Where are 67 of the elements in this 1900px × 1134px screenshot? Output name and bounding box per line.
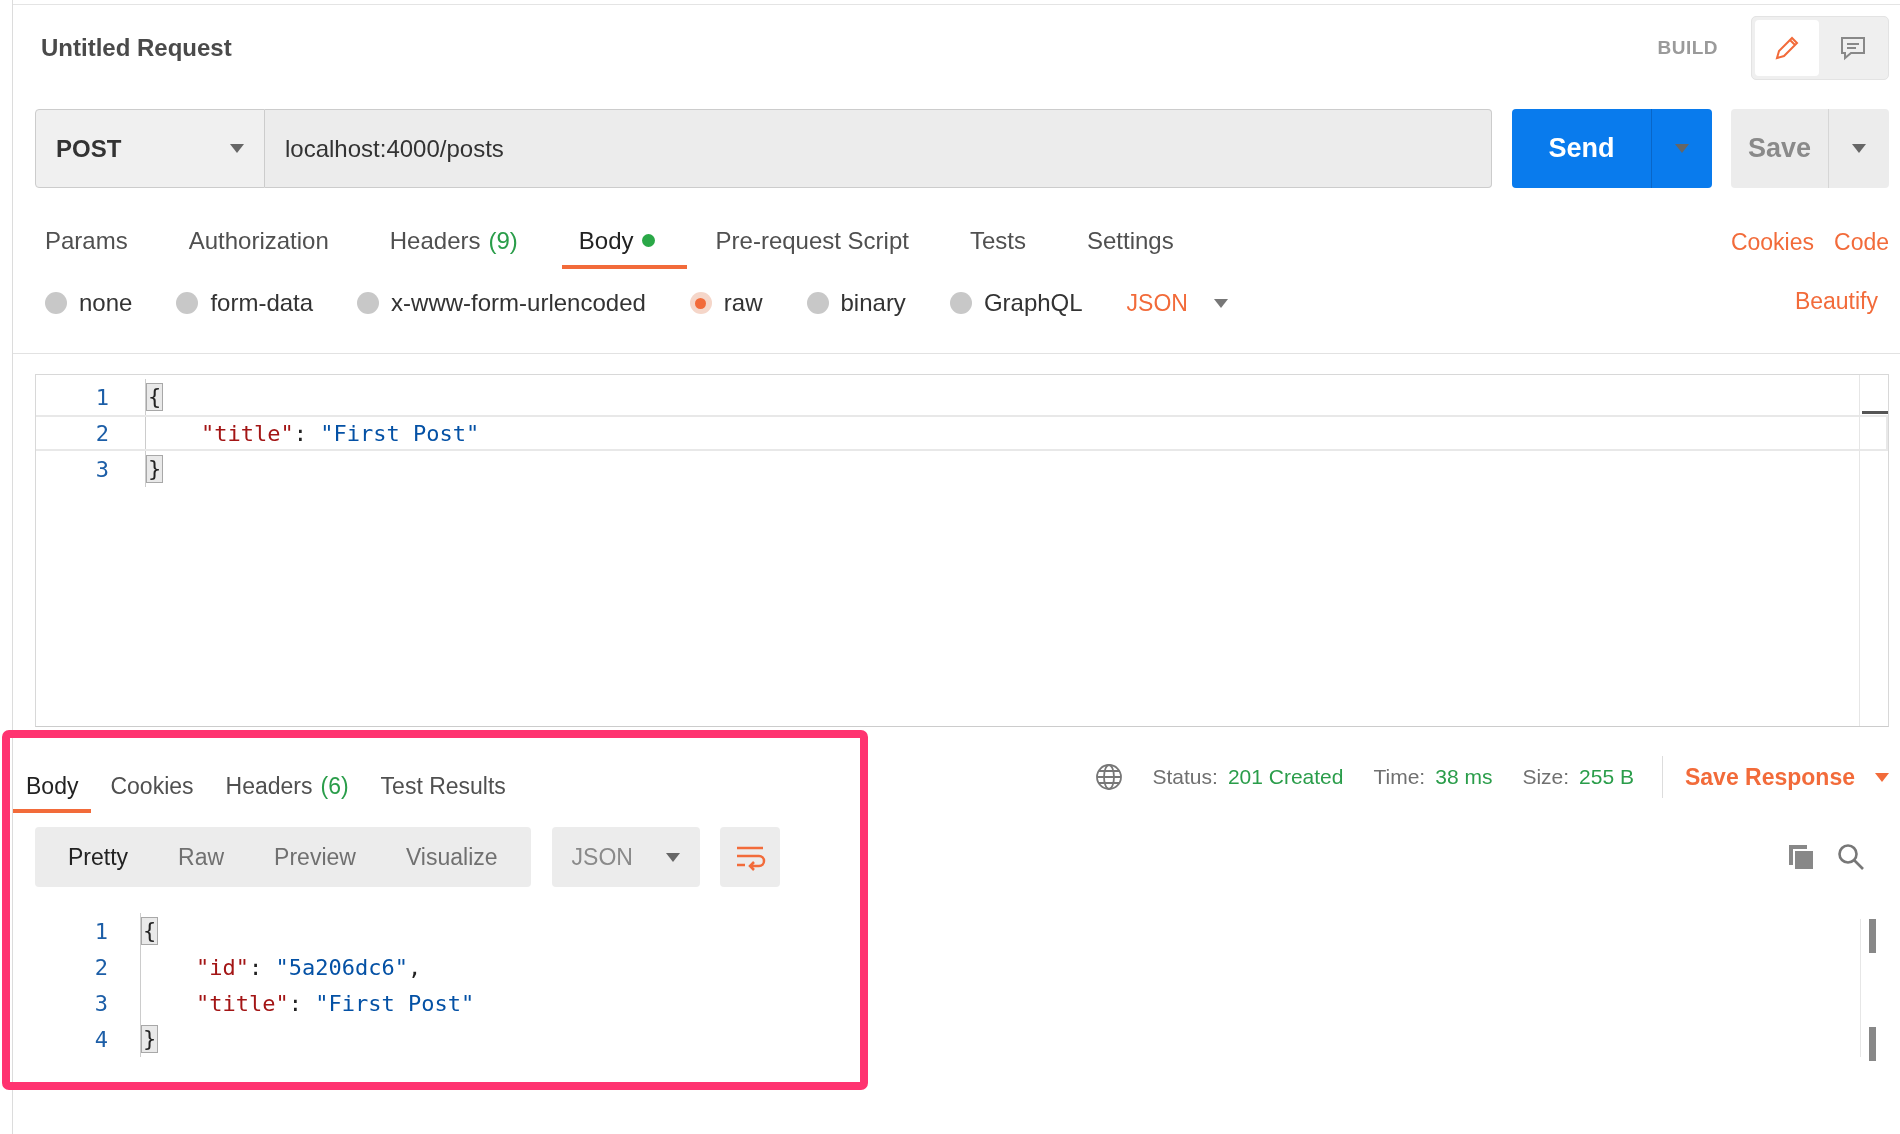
caret-icon xyxy=(230,144,244,153)
body-type-radio[interactable]: x-www-form-urlencoded xyxy=(357,289,646,317)
caret-icon xyxy=(1852,144,1866,153)
request-tab[interactable]: Params xyxy=(28,216,160,269)
body-type-radio[interactable]: GraphQL xyxy=(949,289,1083,317)
caret-icon xyxy=(1675,144,1689,153)
code-text: : xyxy=(249,954,264,980)
body-type-radio[interactable]: form-data xyxy=(176,289,314,317)
scrollbar-thumb[interactable] xyxy=(1869,1027,1876,1061)
request-body-editor[interactable]: 1 { 2 "title": "First Post" 3 } xyxy=(35,374,1889,727)
request-tab[interactable]: Settings xyxy=(1069,216,1206,269)
url-field[interactable]: localhost:4000/posts xyxy=(265,109,1492,188)
scrollbar-thumb[interactable] xyxy=(1869,919,1876,953)
wrap-lines-button[interactable] xyxy=(719,827,780,887)
code-text: "title" xyxy=(201,420,294,446)
caret-icon xyxy=(665,852,680,862)
response-tab[interactable]: Cookies xyxy=(97,763,207,813)
line-number: 1 xyxy=(93,918,108,944)
response-stat: Time: 38 ms xyxy=(1373,765,1493,789)
code-text: : xyxy=(288,990,303,1016)
response-tab[interactable]: Test Results xyxy=(367,763,519,813)
copy-icon[interactable] xyxy=(1787,843,1815,871)
send-button[interactable]: Send xyxy=(1512,109,1712,188)
build-label: BUILD xyxy=(1657,37,1718,59)
code-text: : xyxy=(293,420,308,446)
code-bracket: } xyxy=(141,1025,159,1053)
response-stat: Status: 201 Created xyxy=(1152,765,1344,789)
request-tab[interactable]: Pre-request Script xyxy=(698,216,941,269)
response-tab[interactable]: Body xyxy=(13,763,92,813)
request-tab[interactable]: Headers (9) xyxy=(372,216,550,269)
code-text: "5a206dc6" xyxy=(275,954,408,980)
scrollbar-thumb[interactable] xyxy=(1862,411,1888,414)
code-bracket: { xyxy=(146,383,164,411)
request-tab[interactable]: Tests xyxy=(952,216,1058,269)
body-type-radio[interactable]: raw xyxy=(689,289,763,317)
caret-icon xyxy=(1213,298,1228,308)
line-number: 2 xyxy=(93,954,108,980)
request-tab[interactable]: Authorization xyxy=(171,216,361,269)
line-number: 3 xyxy=(94,456,109,482)
body-type-radio[interactable]: none xyxy=(45,289,133,317)
caret-icon xyxy=(1875,772,1889,782)
code-bracket: } xyxy=(146,455,164,483)
line-number: 3 xyxy=(93,990,108,1016)
view-mode-tab[interactable]: Raw xyxy=(153,827,250,887)
view-mode-tab[interactable]: Pretty xyxy=(43,827,154,887)
edit-mode-button[interactable] xyxy=(1755,20,1819,76)
line-number: 2 xyxy=(94,420,109,446)
code-text: "id" xyxy=(196,954,249,980)
request-tab[interactable]: Body xyxy=(561,216,687,269)
pencil-icon xyxy=(1773,34,1801,62)
globe-icon xyxy=(1094,763,1123,791)
response-stat: Size: 255 B xyxy=(1522,765,1634,789)
body-type-radio[interactable]: binary xyxy=(806,289,906,317)
view-mode-tab[interactable]: Visualize xyxy=(380,827,523,887)
code-text: , xyxy=(407,954,422,980)
code-bracket: { xyxy=(141,917,159,945)
line-number: 4 xyxy=(93,1026,108,1052)
line-number: 1 xyxy=(94,384,109,410)
code-text: "First Post" xyxy=(320,420,480,446)
method-dropdown[interactable]: POST xyxy=(35,109,265,188)
comment-icon xyxy=(1839,34,1867,62)
code-text: "title" xyxy=(196,990,289,1016)
search-icon[interactable] xyxy=(1837,843,1865,871)
view-mode-tab[interactable]: Preview xyxy=(249,827,381,887)
code-text: "First Post" xyxy=(315,990,475,1016)
response-tab[interactable]: Headers (6) xyxy=(212,763,362,813)
request-title: Untitled Request xyxy=(41,34,233,62)
